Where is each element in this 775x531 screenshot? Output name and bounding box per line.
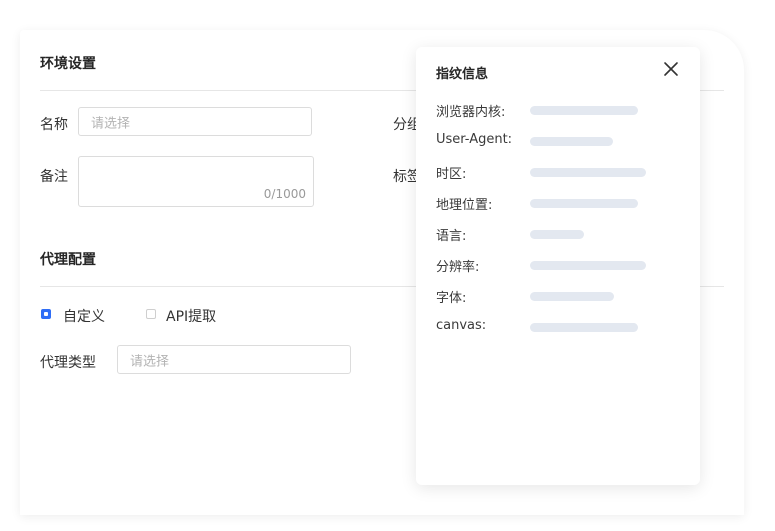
name-label: 名称 <box>40 117 68 133</box>
fingerprint-value-placeholder <box>530 323 638 332</box>
fingerprint-value-placeholder <box>530 106 638 115</box>
proxy-section-title: 代理配置 <box>40 252 96 268</box>
fingerprint-value-placeholder <box>530 168 646 177</box>
custom-proxy-label[interactable]: 自定义 <box>63 306 105 326</box>
fingerprint-row: 字体: <box>436 287 686 307</box>
fingerprint-row: User-Agent: <box>436 132 686 152</box>
fingerprint-row-label: 分辨率: <box>436 260 480 275</box>
api-extract-label[interactable]: API提取 <box>166 306 216 326</box>
remark-char-counter: 0/1000 <box>263 187 306 201</box>
proxy-type-placeholder: 请选择 <box>130 354 170 369</box>
fingerprint-row-label: 时区: <box>436 167 467 182</box>
name-placeholder: 请选择 <box>91 116 131 131</box>
fingerprint-value-placeholder <box>530 137 613 146</box>
fingerprint-row: canvas: <box>436 318 686 338</box>
close-button[interactable] <box>661 59 681 79</box>
fingerprint-value-placeholder <box>530 199 638 208</box>
fingerprint-value-placeholder <box>530 261 646 270</box>
fingerprint-row: 浏览器内核: <box>436 101 686 121</box>
remark-label: 备注 <box>40 169 68 185</box>
fingerprint-value-placeholder <box>530 230 584 239</box>
env-section-title: 环境设置 <box>40 56 96 72</box>
fingerprint-value-placeholder <box>530 292 614 301</box>
api-extract-checkbox[interactable] <box>146 309 156 319</box>
fingerprint-row-label: 浏览器内核: <box>436 105 506 120</box>
custom-proxy-checkbox[interactable] <box>41 309 51 319</box>
name-select[interactable]: 请选择 <box>78 107 312 136</box>
fingerprint-row: 地理位置: <box>436 194 686 214</box>
remark-textarea[interactable]: 0/1000 <box>78 156 314 207</box>
fingerprint-row: 分辨率: <box>436 256 686 276</box>
fingerprint-row: 时区: <box>436 163 686 183</box>
fingerprint-panel-title: 指纹信息 <box>436 67 489 82</box>
fingerprint-panel: 指纹信息 浏览器内核: User-Agent: 时区: 地理位置: 语言: 分辨率: 字体:… <box>416 47 700 485</box>
fingerprint-row-label: 语言: <box>436 229 467 244</box>
fingerprint-row-label: 字体: <box>436 291 467 306</box>
fingerprint-row-label: 地理位置: <box>436 198 493 213</box>
proxy-type-select[interactable]: 请选择 <box>117 345 351 374</box>
fingerprint-row-label: User-Agent: <box>436 132 513 147</box>
fingerprint-row: 语言: <box>436 225 686 245</box>
close-icon <box>664 62 678 76</box>
fingerprint-row-label: canvas: <box>436 318 487 333</box>
proxy-type-label: 代理类型 <box>40 355 96 371</box>
